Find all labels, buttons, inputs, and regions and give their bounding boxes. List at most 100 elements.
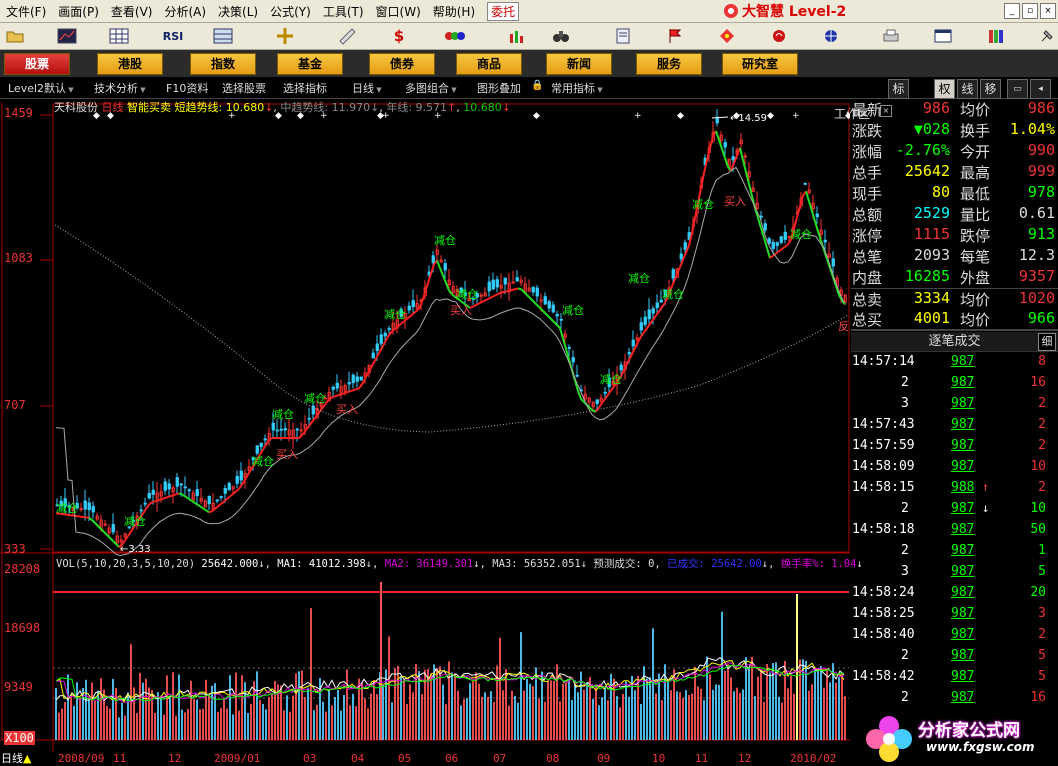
nav-funds[interactable]: 基金 bbox=[277, 53, 343, 75]
layout-select[interactable]: Level2默认 bbox=[8, 80, 74, 96]
nav-hk-stocks[interactable]: 港股 bbox=[97, 53, 163, 75]
balls-icon[interactable] bbox=[444, 26, 466, 46]
dollar-icon[interactable]: $ bbox=[388, 26, 410, 46]
nav-commodities[interactable]: 商品 bbox=[456, 53, 522, 75]
tab-window-icon[interactable]: ▭ bbox=[1007, 79, 1028, 99]
menu-tools[interactable]: 工具(T) bbox=[317, 3, 370, 20]
candle-body bbox=[295, 428, 299, 431]
f10-button[interactable]: F10资料 bbox=[166, 80, 208, 96]
menu-screen[interactable]: 画面(P) bbox=[52, 3, 105, 20]
crosshair-icon[interactable] bbox=[274, 26, 296, 46]
short-trend-line bbox=[259, 449, 264, 456]
folder-icon[interactable] bbox=[4, 26, 26, 46]
short-trend-line bbox=[625, 359, 630, 367]
restore-button[interactable]: ▫ bbox=[1022, 3, 1038, 19]
short-trend-line bbox=[484, 298, 489, 302]
menu-decision[interactable]: 决策(L) bbox=[212, 3, 264, 20]
table-icon[interactable] bbox=[212, 26, 234, 46]
nav-service[interactable]: 服务 bbox=[636, 53, 702, 75]
kline-chart[interactable]: ◆ ◆ + ◆ ◆ + ◆+ + ◆ + ◆ ◆ ◆ + ◆减仓减仓减仓买入减仓减仓买入减仓减仓买入减仓减仓… bbox=[0, 98, 850, 754]
quote-value: 999 bbox=[1027, 162, 1055, 180]
bookmark-icon[interactable] bbox=[612, 26, 634, 46]
rsi-icon[interactable]: RSI bbox=[160, 26, 186, 46]
nav-stocks[interactable]: 股票 bbox=[4, 53, 70, 75]
window-icon[interactable] bbox=[932, 26, 954, 46]
globe-icon[interactable] bbox=[820, 26, 842, 46]
tick-time: 14:58:18 bbox=[852, 522, 915, 537]
tick-price: 987 bbox=[951, 606, 975, 621]
candle-body bbox=[259, 442, 263, 448]
vol-indicator-name: VOL(5,10,20,3,5,10,20) bbox=[56, 558, 196, 570]
short-trend-line bbox=[394, 325, 399, 330]
short-trend-line bbox=[634, 341, 639, 349]
tick-row: 2 987 ↓ 10 bbox=[851, 501, 1058, 522]
tick-price: 988 bbox=[951, 480, 975, 495]
menu-formula[interactable]: 公式(Y) bbox=[264, 3, 317, 20]
short-trend-line bbox=[499, 291, 504, 294]
entrust-button[interactable]: 委托 bbox=[487, 1, 520, 21]
swirl-icon[interactable] bbox=[768, 26, 790, 46]
overlay-button[interactable]: 图形叠加 bbox=[477, 80, 521, 96]
minimize-button[interactable]: _ bbox=[1004, 3, 1020, 19]
tab-expand-icon[interactable]: ◂ bbox=[1030, 79, 1051, 99]
menu-file[interactable]: 文件(F) bbox=[0, 3, 52, 20]
menu-analysis[interactable]: 分析(A) bbox=[158, 3, 212, 20]
short-trend-line bbox=[658, 306, 663, 312]
grid-icon[interactable] bbox=[108, 26, 130, 46]
print-icon[interactable] bbox=[880, 26, 902, 46]
tick-volume: 8 bbox=[1038, 354, 1046, 369]
nav-index[interactable]: 指数 bbox=[190, 53, 256, 75]
short-trend-line bbox=[163, 496, 168, 500]
x-label: 12 bbox=[168, 752, 182, 765]
menu-window[interactable]: 窗口(W) bbox=[370, 3, 427, 20]
period-select[interactable]: 日线 bbox=[352, 80, 382, 96]
quote-value: 0.61 bbox=[1018, 204, 1055, 222]
tab-mark[interactable]: 标 bbox=[888, 79, 909, 99]
menu-help[interactable]: 帮助(H) bbox=[427, 3, 481, 20]
tech-analysis-select[interactable]: 技术分析 bbox=[94, 80, 146, 96]
tab-move[interactable]: 移 bbox=[980, 79, 1001, 99]
tab-rights[interactable]: 权 bbox=[934, 79, 955, 99]
nav-research[interactable]: 研究室 bbox=[722, 53, 798, 75]
short-trend-line bbox=[175, 492, 180, 496]
select-indicator-button[interactable]: 选择指标 bbox=[283, 80, 327, 96]
tick-time: 14:58:24 bbox=[852, 585, 915, 600]
menu-view[interactable]: 查看(V) bbox=[105, 3, 159, 20]
multi-chart-select[interactable]: 多图组合 bbox=[405, 80, 457, 96]
quote-row: 涨跌 ▼028 换手 1.04% bbox=[851, 120, 1058, 141]
close-button[interactable]: × bbox=[1040, 3, 1056, 19]
quote-value: 12.3 bbox=[1018, 246, 1055, 264]
bars-icon[interactable] bbox=[506, 26, 528, 46]
books-icon[interactable] bbox=[986, 26, 1008, 46]
candle-body bbox=[371, 352, 375, 359]
pin-icon[interactable] bbox=[1036, 26, 1058, 46]
nav-news[interactable]: 新闻 bbox=[546, 53, 612, 75]
quote-key: 涨幅 bbox=[852, 143, 883, 161]
nav-bonds[interactable]: 债券 bbox=[369, 53, 435, 75]
select-stock-button[interactable]: 选择股票 bbox=[222, 80, 266, 96]
tick-price: 987 bbox=[951, 438, 975, 453]
top-marker: + bbox=[634, 111, 642, 121]
short-trend-line bbox=[94, 522, 99, 527]
y-label-mid2: 707 bbox=[4, 398, 26, 412]
extra-label: 10.680 bbox=[463, 101, 502, 114]
x-label: 10 bbox=[652, 752, 666, 765]
tick-detail-button[interactable]: 细 bbox=[1038, 333, 1056, 351]
candle-body bbox=[443, 263, 447, 271]
candle-body bbox=[571, 357, 575, 363]
tick-time: 14:58:42 bbox=[852, 669, 915, 684]
lock-icon[interactable]: 🔒 bbox=[531, 80, 543, 91]
binoculars-icon[interactable] bbox=[550, 26, 572, 46]
flag-icon[interactable] bbox=[664, 26, 686, 46]
ruler-icon[interactable] bbox=[336, 26, 358, 46]
common-indicator-select[interactable]: 常用指标 bbox=[551, 80, 603, 96]
tab-line[interactable]: 线 bbox=[957, 79, 978, 99]
x-label: 2010/02 bbox=[790, 752, 837, 765]
candle-body bbox=[815, 213, 819, 218]
tick-arrow: ↑ bbox=[982, 480, 990, 494]
diamond-icon[interactable] bbox=[716, 26, 738, 46]
chart-icon[interactable] bbox=[56, 26, 78, 46]
short-trend-line bbox=[331, 395, 336, 399]
short-trend-line bbox=[109, 537, 114, 542]
candle-body bbox=[491, 279, 495, 290]
